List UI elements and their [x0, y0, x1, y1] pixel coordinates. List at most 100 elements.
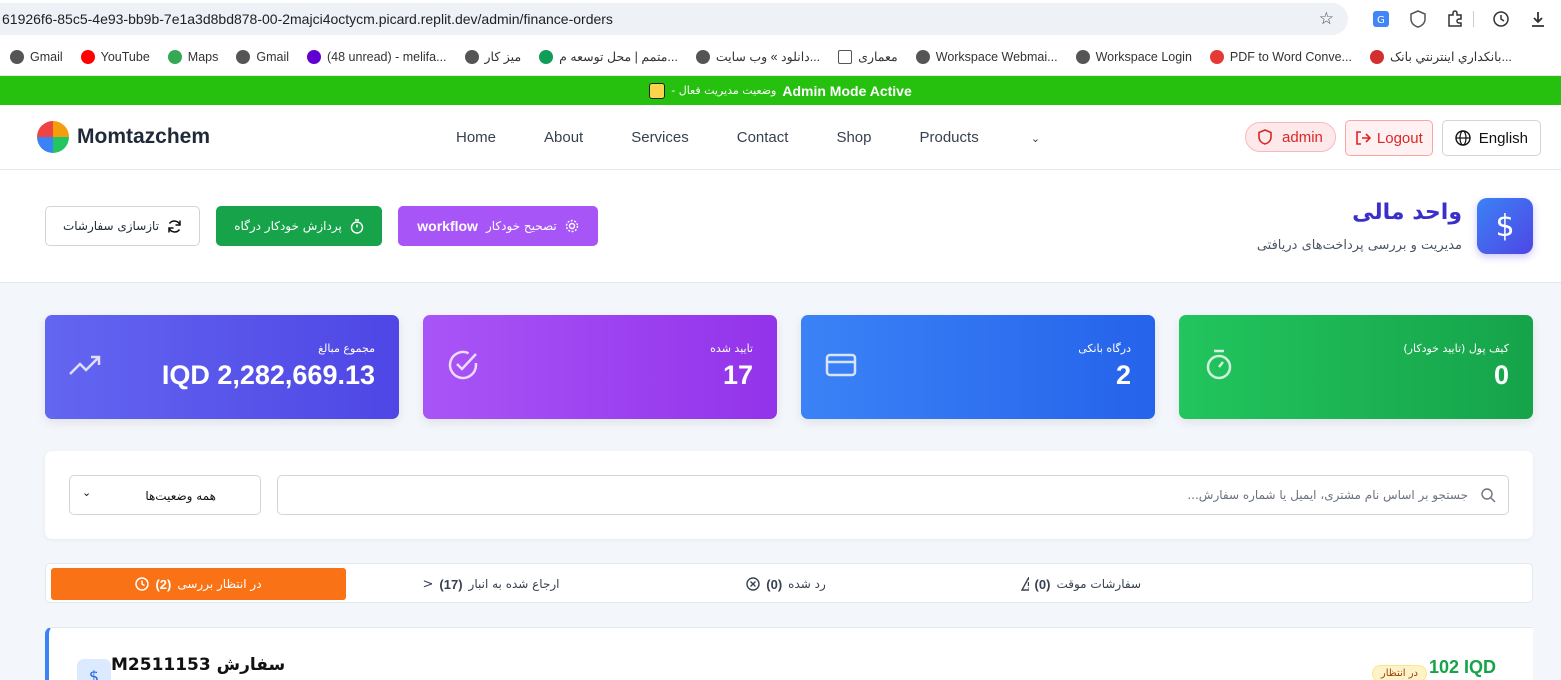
- tab-temp-label: سفارشات موقت: [1056, 577, 1141, 591]
- brand-logo[interactable]: Momtazchem: [37, 121, 210, 153]
- tab-pending-count: (2): [155, 576, 172, 592]
- bookmark-item[interactable]: معماری: [838, 49, 898, 64]
- bookmark-item[interactable]: YouTube: [80, 49, 150, 64]
- gateway-button-label: پردازش خودکار درگاه: [234, 219, 342, 233]
- tab-pending-review[interactable]: در انتظار بررسی (2): [51, 568, 346, 600]
- tab-pending-label: در انتظار بررسی: [177, 577, 262, 591]
- logout-button[interactable]: Logout: [1344, 120, 1433, 156]
- site-navbar: Momtazchem Home About Services Contact S…: [0, 105, 1561, 170]
- url-field[interactable]: 61926f6-85c5-4e93-bb9b-7e1a3d8bd878-00-2…: [0, 3, 1348, 35]
- order-status-tabs: در انتظار بررسی (2) ارجاع شده به انبار (…: [45, 563, 1533, 603]
- language-button[interactable]: English: [1441, 120, 1541, 156]
- bookmark-item[interactable]: Workspace Login: [1075, 49, 1192, 64]
- globe-icon: [915, 49, 930, 64]
- dollar-icon: $: [1477, 198, 1533, 254]
- order-number: M2511153: [111, 655, 211, 675]
- puzzle-extension-icon[interactable]: [1436, 8, 1473, 30]
- extensions-area: G: [1362, 8, 1556, 30]
- nav-services[interactable]: Services: [631, 129, 689, 146]
- motamem-icon: [539, 49, 554, 64]
- tab-rejected-label: رد شده: [788, 577, 826, 591]
- brand-name: Momtazchem: [77, 125, 211, 148]
- bank-value: 2: [1115, 360, 1131, 390]
- nav-products[interactable]: Products ⌄: [920, 129, 1089, 146]
- bookmark-label: YouTube: [100, 49, 150, 64]
- order-status-badge: در انتظار: [1371, 665, 1427, 680]
- bookmark-item[interactable]: بانكداري اينترنتي بانک...: [1369, 49, 1512, 64]
- nav-home[interactable]: Home: [456, 129, 496, 146]
- order-amount: 102 IQD: [1428, 657, 1496, 677]
- bookmark-item[interactable]: Maps: [167, 49, 219, 64]
- globe-icon: [10, 49, 24, 64]
- bookmark-item[interactable]: میز کار: [464, 49, 521, 64]
- bookmark-item[interactable]: متمم | محل توسعه م...: [539, 49, 678, 64]
- auto-gateway-button[interactable]: پردازش خودکار درگاه: [216, 206, 382, 246]
- history-icon[interactable]: [1482, 8, 1519, 30]
- bookmark-label: Gmail: [256, 49, 290, 64]
- logout-icon: [1356, 131, 1371, 145]
- workflow-button-label: تصحیح خودکار: [485, 219, 557, 233]
- search-placeholder: جستجو بر اساس نام مشتری، ایمیل یا شماره …: [1187, 488, 1468, 502]
- maps-icon: [167, 49, 182, 64]
- admin-label: admin: [1282, 128, 1323, 146]
- admin-banner-bold-text: Admin Mode Active: [782, 82, 912, 99]
- nav-links: Home About Services Contact Shop Product…: [456, 129, 1136, 146]
- download-icon[interactable]: [1519, 8, 1556, 30]
- search-input[interactable]: جستجو بر اساس نام مشتری، ایمیل یا شماره …: [277, 475, 1509, 515]
- credit-card-icon: [825, 349, 857, 381]
- tab-rejected-count: (0): [766, 576, 783, 592]
- chevron-down-icon: ⌄: [1030, 133, 1041, 145]
- bookmark-item[interactable]: PDF to Word Conve...: [1209, 49, 1352, 64]
- bookmark-label: معماری: [858, 50, 898, 64]
- shield-icon: [1258, 129, 1272, 145]
- url-text[interactable]: 61926f6-85c5-4e93-bb9b-7e1a3d8bd878-00-2…: [2, 11, 613, 27]
- bank-icon: [1369, 49, 1384, 64]
- tab-temp-count: (0): [1034, 576, 1051, 592]
- yahoo-icon: [307, 49, 322, 64]
- stat-card-wallet: کیف پول (تایید خودکار) 0: [1179, 315, 1533, 419]
- nav-about[interactable]: About: [544, 129, 583, 146]
- admin-banner-rtl-text: وضعیت مدیریت فعال -: [671, 84, 777, 97]
- bookmark-item[interactable]: Workspace Webmai...: [915, 49, 1058, 64]
- approved-value: 17: [722, 360, 753, 390]
- browser-address-bar: 61926f6-85c5-4e93-bb9b-7e1a3d8bd878-00-2…: [0, 0, 1561, 38]
- nav-shop[interactable]: Shop: [836, 129, 871, 146]
- bookmark-star-icon[interactable]: ☆: [1319, 9, 1334, 29]
- bookmark-label: Gmail: [30, 49, 63, 64]
- bookmark-label: Workspace Login: [1095, 49, 1192, 64]
- folder-icon: [838, 49, 853, 64]
- order-card[interactable]: $ سفارش M2511153 در انتظار 102 IQD: [45, 627, 1533, 680]
- refresh-button-label: تازسازی سفارشات: [62, 219, 160, 233]
- bookmarks-bar: Gmail YouTube Maps Gmail (48 unread) - melif…: [0, 38, 1561, 76]
- status-select-value: همه وضعیت‌ها: [145, 489, 216, 503]
- translate-icon[interactable]: G: [1362, 8, 1399, 30]
- nav-actions: admin Logout English: [1245, 120, 1541, 156]
- tab-returned-to-warehouse[interactable]: ارجاع شده به انبار (17) <: [422, 568, 559, 600]
- check-circle-icon: [447, 349, 479, 381]
- bookmark-item[interactable]: Gmail: [10, 49, 63, 64]
- logo-mark-icon: [37, 121, 69, 153]
- bookmark-item[interactable]: (48 unread) - melifa...: [307, 49, 447, 64]
- refresh-icon: [168, 219, 181, 233]
- globe-icon: [1455, 130, 1471, 146]
- nav-contact[interactable]: Contact: [737, 129, 789, 146]
- bookmark-label: Maps: [187, 49, 219, 64]
- order-title-prefix: سفارش: [216, 655, 286, 675]
- admin-badge-button[interactable]: admin: [1245, 122, 1336, 152]
- logout-label: Logout: [1376, 129, 1423, 147]
- bookmark-item[interactable]: دانلود » وب سایت...: [695, 49, 821, 64]
- toolbar-separator: [1473, 11, 1474, 27]
- trending-up-icon: [69, 349, 101, 381]
- bookmark-label: بانكداري اينترنتي بانک...: [1389, 50, 1512, 64]
- bookmark-label: دانلود » وب سایت...: [715, 50, 821, 64]
- workflow-button-bold: workflow: [417, 218, 478, 234]
- status-select[interactable]: همه وضعیت‌ها ⌄: [69, 475, 261, 515]
- finance-page-header: $ واحد مالی مدیریت و بررسی پرداخت‌های در…: [0, 170, 1561, 283]
- auto-workflow-button[interactable]: تصحیح خودکار workflow: [398, 206, 598, 246]
- tab-rejected[interactable]: رد شده (0): [746, 568, 826, 600]
- refresh-orders-button[interactable]: تازسازی سفارشات: [45, 206, 200, 246]
- bookmark-item[interactable]: Gmail: [236, 49, 290, 64]
- tab-temporary-orders[interactable]: سفارشات موقت (0): [1021, 568, 1141, 600]
- nav-products-label: Products: [919, 129, 979, 146]
- shield-extension-icon[interactable]: [1399, 8, 1436, 30]
